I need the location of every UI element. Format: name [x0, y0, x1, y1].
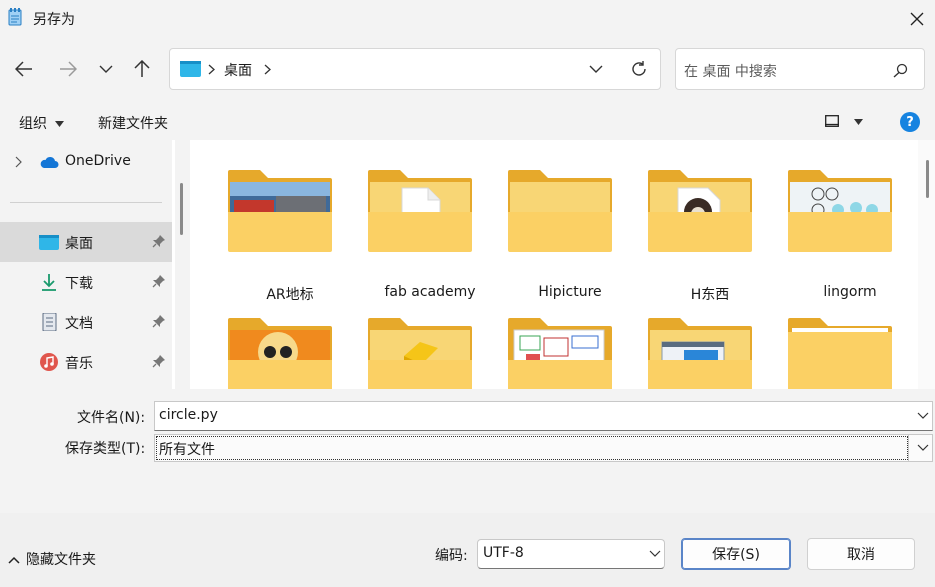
- forward-button[interactable]: [55, 56, 81, 82]
- folder-icon: [508, 318, 612, 389]
- folder-item[interactable]: Hipicture: [500, 150, 640, 300]
- sidebar-item-music[interactable]: 音乐: [0, 342, 172, 382]
- organize-label: 组织: [19, 116, 47, 132]
- sidebar-item-label: 文档: [65, 316, 93, 332]
- arrow-up-icon: [134, 60, 150, 77]
- filetype-value[interactable]: 所有文件: [159, 439, 215, 459]
- hide-folders-toggle[interactable]: 隐藏文件夹: [8, 549, 96, 569]
- folder-icon: [648, 318, 752, 389]
- chevron-down-icon: [589, 65, 603, 73]
- up-button[interactable]: [129, 56, 155, 82]
- arrow-right-icon: [60, 61, 77, 77]
- chevron-right-icon[interactable]: [264, 64, 271, 75]
- content-scrollbar-thumb[interactable]: [926, 160, 929, 198]
- chevron-right-icon: [208, 64, 215, 75]
- view-options-button[interactable]: [818, 112, 866, 132]
- search-icon[interactable]: [893, 63, 908, 78]
- folder-item[interactable]: H东西: [640, 150, 780, 303]
- document-icon: [42, 313, 57, 331]
- focus-rectangle: [156, 436, 908, 460]
- breadcrumb-desktop[interactable]: 桌面: [224, 60, 252, 80]
- cancel-button[interactable]: 取消: [807, 538, 915, 570]
- pin-icon[interactable]: [152, 274, 166, 288]
- chevron-down-icon: [99, 65, 113, 73]
- folder-item[interactable]: [640, 298, 780, 389]
- navigation-pane: OneDrive 桌面 下载 文档 音乐: [0, 140, 172, 389]
- refresh-icon: [632, 61, 646, 76]
- sidebar-divider: [10, 202, 162, 203]
- caret-down-icon: [854, 119, 863, 125]
- notepad-icon: [8, 8, 22, 26]
- chevron-down-icon[interactable]: [917, 444, 929, 452]
- cloud-icon: [40, 156, 59, 168]
- folder-icon: [508, 170, 612, 252]
- help-icon: ?: [906, 114, 914, 130]
- close-button[interactable]: [900, 4, 934, 34]
- folder-item[interactable]: AR地标: [220, 150, 360, 303]
- folder-item[interactable]: [220, 298, 360, 389]
- sidebar-item-documents[interactable]: 文档: [0, 302, 172, 342]
- new-folder-button[interactable]: 新建文件夹: [98, 113, 168, 133]
- folder-item[interactable]: lingorm: [780, 150, 918, 300]
- title-bar: [0, 0, 935, 38]
- save-button[interactable]: 保存(S): [681, 538, 791, 570]
- sidebar-scrollbar-thumb[interactable]: [180, 183, 183, 235]
- hide-folders-label: 隐藏文件夹: [26, 552, 96, 568]
- filetype-label: 保存类型(T):: [65, 441, 146, 457]
- folder-icon: [228, 170, 332, 252]
- pin-icon[interactable]: [152, 234, 166, 248]
- sidebar-item-label: OneDrive: [65, 153, 131, 169]
- select-divider: [908, 435, 909, 461]
- back-button[interactable]: [11, 56, 37, 82]
- sidebar-item-label: 桌面: [65, 236, 93, 252]
- folder-icon: [368, 170, 472, 252]
- folder-icon: [648, 170, 752, 252]
- folder-icon: [788, 318, 892, 389]
- expand-chevron-icon[interactable]: [15, 156, 23, 168]
- close-icon: [910, 12, 924, 26]
- pin-icon[interactable]: [152, 314, 166, 328]
- sidebar-item-onedrive[interactable]: OneDrive: [0, 142, 172, 182]
- folder-icon: [788, 170, 892, 252]
- caret-down-icon: [55, 121, 65, 127]
- sidebar-item-downloads[interactable]: 下载: [0, 262, 172, 302]
- download-icon: [42, 274, 56, 291]
- folder-item[interactable]: [360, 298, 500, 389]
- file-list: AR地标 fab academy Hipicture H东西 lingorm: [192, 140, 918, 389]
- encoding-label: 编码:: [435, 548, 468, 564]
- folder-icon: [368, 318, 472, 389]
- folder-item[interactable]: [500, 298, 640, 389]
- pin-icon[interactable]: [152, 354, 166, 368]
- search-placeholder[interactable]: 在 桌面 中搜索: [684, 61, 777, 81]
- sidebar-item-label: 下载: [65, 276, 93, 292]
- arrow-left-icon: [15, 61, 32, 77]
- window-title: 另存为: [33, 12, 75, 28]
- refresh-button[interactable]: [626, 56, 652, 82]
- chevron-up-icon: [8, 556, 20, 564]
- chevron-down-icon[interactable]: [917, 412, 929, 420]
- sidebar-item-label: 音乐: [65, 356, 93, 372]
- address-history-button[interactable]: [583, 56, 609, 82]
- folder-item[interactable]: [780, 298, 918, 389]
- recent-locations-button[interactable]: [93, 56, 119, 82]
- help-button[interactable]: ?: [900, 112, 920, 132]
- filename-label: 文件名(N):: [77, 410, 146, 426]
- folder-item[interactable]: fab academy: [360, 150, 500, 300]
- view-icon: [825, 115, 839, 127]
- music-icon: [40, 353, 58, 371]
- chevron-down-icon[interactable]: [649, 550, 661, 558]
- filename-value[interactable]: circle.py: [159, 407, 218, 423]
- sidebar-item-desktop[interactable]: 桌面: [0, 222, 172, 262]
- sidebar-scrollbar[interactable]: [175, 140, 190, 389]
- filename-input[interactable]: [154, 401, 933, 431]
- encoding-value[interactable]: UTF-8: [483, 545, 524, 561]
- desktop-icon: [39, 235, 59, 250]
- desktop-icon: [180, 61, 201, 77]
- folder-icon: [228, 318, 332, 389]
- organize-menu[interactable]: 组织: [19, 113, 65, 133]
